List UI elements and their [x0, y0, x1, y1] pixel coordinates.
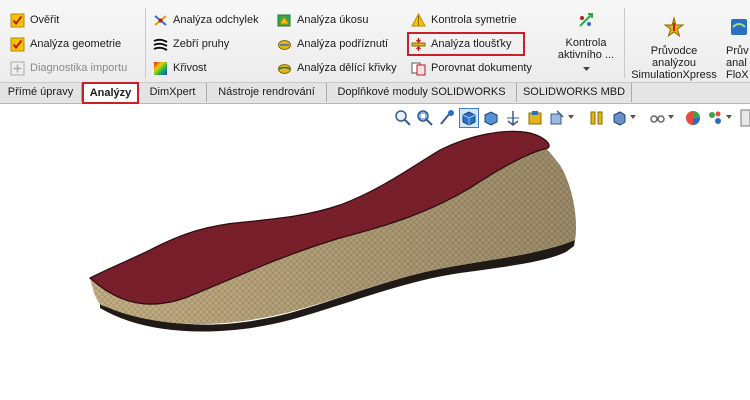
graphics-area[interactable]: [0, 0, 750, 400]
insole-model[interactable]: [88, 130, 577, 332]
